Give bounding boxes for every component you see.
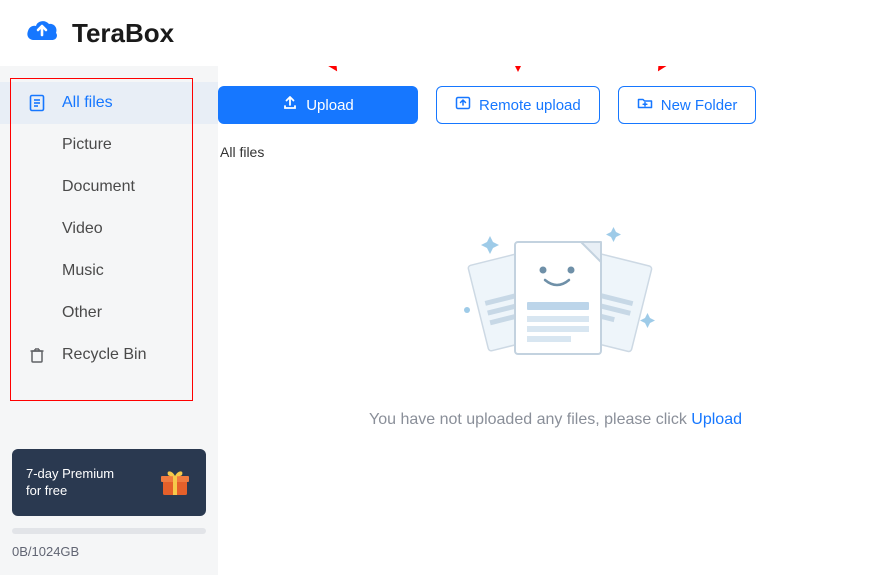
- sidebar: All files Picture Document Video Music O…: [0, 66, 218, 575]
- toolbar: Upload Remote upload New Folder: [218, 86, 893, 124]
- sidebar-item-other[interactable]: Other: [0, 292, 218, 334]
- new-folder-label: New Folder: [661, 97, 738, 114]
- app-header: TeraBox: [0, 0, 893, 66]
- annotation-arrow-upload: [290, 66, 350, 85]
- sidebar-item-recycle-bin[interactable]: Recycle Bin: [0, 334, 218, 376]
- upload-button[interactable]: Upload: [218, 86, 418, 124]
- sidebar-item-label: Video: [62, 220, 103, 238]
- sidebar-item-label: Document: [62, 178, 135, 196]
- empty-upload-link[interactable]: Upload: [691, 411, 742, 428]
- breadcrumb-path: All files: [220, 144, 264, 160]
- main-content: Upload Remote upload New Folder All file…: [218, 66, 893, 575]
- sidebar-item-all-files[interactable]: All files: [0, 82, 218, 124]
- sidebar-item-label: Recycle Bin: [62, 346, 146, 364]
- empty-text-left: You have not uploaded any files, please …: [369, 411, 691, 428]
- breadcrumb[interactable]: All files: [218, 144, 893, 160]
- file-icon: [28, 94, 46, 112]
- sidebar-item-label: Music: [62, 262, 104, 280]
- remote-upload-button[interactable]: Remote upload: [436, 86, 600, 124]
- trash-icon: [28, 346, 46, 364]
- sidebar-item-music[interactable]: Music: [0, 250, 218, 292]
- sidebar-item-label: Other: [62, 304, 102, 322]
- sidebar-item-document[interactable]: Document: [0, 166, 218, 208]
- annotation-arrow-new-folder: [648, 66, 708, 85]
- sidebar-item-label: Picture: [62, 136, 112, 154]
- upload-label: Upload: [306, 97, 354, 114]
- premium-line2: for free: [26, 482, 114, 500]
- storage-progress: [12, 528, 206, 534]
- new-folder-icon: [637, 95, 653, 115]
- app-title: TeraBox: [72, 18, 174, 49]
- premium-card[interactable]: 7-day Premium for free: [12, 449, 206, 516]
- premium-line1: 7-day Premium: [26, 465, 114, 483]
- storage-text: 0B/1024GB: [12, 544, 206, 559]
- cloud-logo-icon: [24, 18, 60, 48]
- annotation-arrow-remote: [493, 66, 543, 85]
- sidebar-item-picture[interactable]: Picture: [0, 124, 218, 166]
- new-folder-button[interactable]: New Folder: [618, 86, 757, 124]
- gift-icon: [158, 465, 192, 499]
- remote-upload-icon: [455, 95, 471, 115]
- upload-icon: [282, 95, 298, 115]
- sidebar-nav: All files Picture Document Video Music O…: [0, 70, 218, 376]
- sidebar-item-video[interactable]: Video: [0, 208, 218, 250]
- empty-illustration: [451, 218, 661, 383]
- empty-state: You have not uploaded any files, please …: [218, 218, 893, 429]
- remote-upload-label: Remote upload: [479, 97, 581, 114]
- sidebar-item-label: All files: [62, 94, 113, 112]
